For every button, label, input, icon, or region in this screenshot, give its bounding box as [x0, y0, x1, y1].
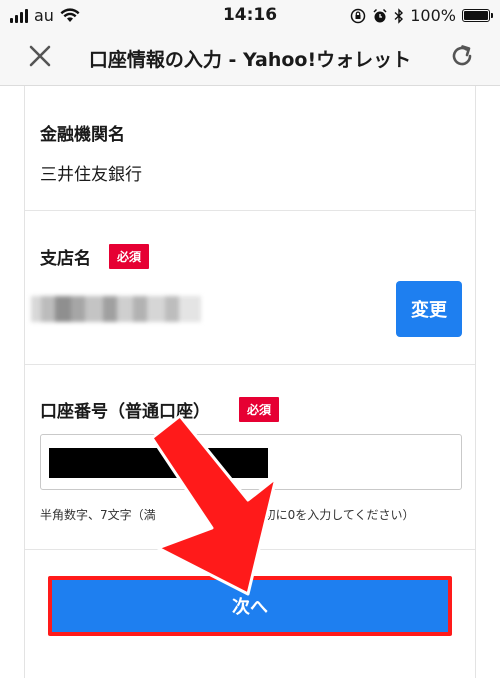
page-title: 口座情報の入力 - Yahoo!ウォレット	[88, 49, 412, 71]
account-form: 金融機関名 三井住友銀行 支店名 必須 変更 口座番号（普通口座） 必須 半角数…	[24, 86, 476, 678]
status-bar: au 14:16 100%	[0, 0, 500, 30]
account-number-hint: 半角数字、7文字（満 は最初に0を入力してください）	[40, 508, 415, 522]
bank-label: 金融機関名	[40, 125, 125, 145]
status-right: 100%	[350, 6, 493, 25]
required-badge: 必須	[239, 397, 280, 422]
lock-rotation-icon	[351, 8, 366, 23]
divider	[25, 364, 475, 365]
branch-label: 支店名	[40, 249, 91, 269]
bluetooth-icon	[394, 7, 404, 24]
divider	[25, 549, 475, 550]
alarm-icon	[373, 8, 387, 22]
bank-value: 三井住友銀行	[40, 165, 142, 185]
reload-icon[interactable]	[448, 42, 476, 70]
change-branch-button[interactable]: 変更	[396, 281, 462, 337]
next-button[interactable]: 次へ	[52, 580, 448, 632]
divider	[25, 210, 475, 211]
redacted-value	[49, 448, 268, 478]
account-number-input[interactable]	[40, 434, 462, 490]
battery-percent: 100%	[410, 6, 456, 25]
browser-header: 口座情報の入力 - Yahoo!ウォレット	[0, 30, 500, 86]
branch-value-blurred	[31, 296, 201, 322]
battery-icon	[462, 9, 493, 22]
account-number-label: 口座番号（普通口座）	[40, 402, 210, 422]
required-badge: 必須	[109, 244, 150, 269]
